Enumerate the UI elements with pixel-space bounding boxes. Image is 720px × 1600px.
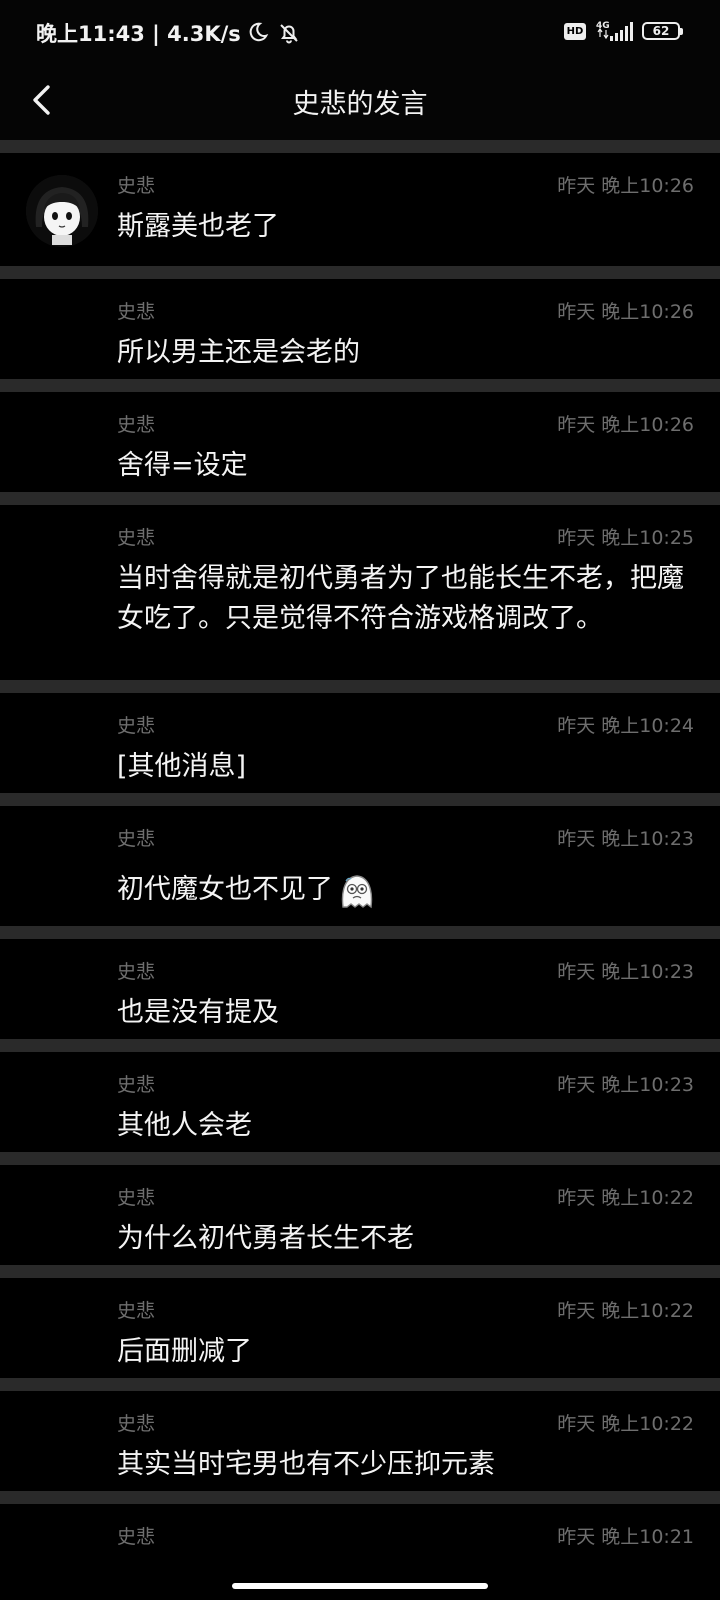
message-item[interactable]: 史悲 昨天 晚上10:23 初代魔女也不见了 bbox=[0, 806, 720, 926]
message-item[interactable]: 史悲 昨天 晚上10:23 也是没有提及 bbox=[0, 939, 720, 1039]
divider bbox=[0, 1491, 720, 1504]
battery-icon: 62 bbox=[642, 22, 683, 40]
message-time: 昨天 晚上10:23 bbox=[557, 828, 694, 850]
message-time: 昨天 晚上10:26 bbox=[557, 301, 694, 323]
sender-name: 史悲 bbox=[117, 828, 156, 850]
sender-name: 史悲 bbox=[117, 715, 156, 737]
sender-name: 史悲 bbox=[117, 175, 156, 197]
message-text: 也是没有提及 bbox=[117, 997, 279, 1028]
sender-name: 史悲 bbox=[117, 414, 156, 436]
message-text: 当时舍得就是初代勇者为了也能长生不老，把魔女吃了。只是觉得不符合游戏格调改了。 bbox=[117, 563, 684, 634]
message-text: 后面删减了 bbox=[117, 1336, 252, 1367]
message-text: [其他消息] bbox=[117, 751, 247, 782]
battery-level: 62 bbox=[652, 24, 670, 38]
message-item[interactable]: 史悲 昨天 晚上10:25 当时舍得就是初代勇者为了也能长生不老，把魔女吃了。只… bbox=[0, 505, 720, 680]
message-item[interactable]: 史悲 昨天 晚上10:24 [其他消息] bbox=[0, 693, 720, 793]
sender-name: 史悲 bbox=[117, 527, 156, 549]
message-text-row: 初代魔女也不见了 bbox=[117, 870, 687, 911]
message-time: 昨天 晚上10:23 bbox=[557, 961, 694, 983]
message-text: 初代魔女也不见了 bbox=[117, 874, 333, 905]
scared-emoji-icon bbox=[337, 871, 377, 911]
divider bbox=[0, 793, 720, 806]
divider bbox=[0, 1039, 720, 1052]
network-type: 4G bbox=[596, 21, 610, 31]
divider bbox=[0, 1152, 720, 1165]
message-item[interactable]: 史悲 昨天 晚上10:22 其实当时宅男也有不少压抑元素 bbox=[0, 1391, 720, 1491]
message-item[interactable]: 史悲 昨天 晚上10:26 所以男主还是会老的 bbox=[0, 279, 720, 379]
message-time: 昨天 晚上10:21 bbox=[557, 1526, 694, 1548]
divider bbox=[0, 266, 720, 279]
status-left: 晚上11:43 | 4.3K/s bbox=[36, 18, 301, 48]
message-time: 昨天 晚上10:22 bbox=[557, 1413, 694, 1435]
message-item[interactable]: 史悲 昨天 晚上10:23 其他人会老 bbox=[0, 1052, 720, 1152]
sender-name: 史悲 bbox=[117, 961, 156, 983]
sender-name: 史悲 bbox=[117, 1413, 156, 1435]
divider bbox=[0, 1378, 720, 1391]
message-item[interactable]: 史悲 昨天 晚上10:26 舍得=设定 bbox=[0, 392, 720, 492]
message-time: 昨天 晚上10:25 bbox=[557, 527, 694, 549]
message-text: 其他人会老 bbox=[117, 1110, 252, 1141]
sender-name: 史悲 bbox=[117, 1074, 156, 1096]
status-right: HD 4G 62 bbox=[564, 20, 683, 42]
message-list[interactable]: 史悲 昨天 晚上10:26 斯露美也老了 史悲 昨天 晚上10:26 所以男主还… bbox=[0, 140, 720, 1584]
message-text: 为什么初代勇者长生不老 bbox=[117, 1223, 414, 1254]
message-text: 舍得=设定 bbox=[117, 450, 248, 481]
status-time-speed: 晚上11:43 | 4.3K/s bbox=[36, 22, 241, 46]
sender-name: 史悲 bbox=[117, 301, 156, 323]
message-time: 昨天 晚上10:26 bbox=[557, 175, 694, 197]
moon-icon bbox=[247, 21, 271, 45]
page-title: 史悲的发言 bbox=[292, 89, 428, 120]
message-text: 其实当时宅男也有不少压抑元素 bbox=[117, 1449, 495, 1480]
home-indicator[interactable] bbox=[232, 1583, 488, 1589]
hd-icon: HD bbox=[564, 22, 586, 40]
message-item[interactable]: 史悲 昨天 晚上10:26 斯露美也老了 bbox=[0, 153, 720, 266]
message-time: 昨天 晚上10:22 bbox=[557, 1300, 694, 1322]
message-time: 昨天 晚上10:26 bbox=[557, 414, 694, 436]
divider bbox=[0, 926, 720, 939]
divider bbox=[0, 492, 720, 505]
divider bbox=[0, 1265, 720, 1278]
divider bbox=[0, 379, 720, 392]
message-item[interactable]: 史悲 昨天 晚上10:22 后面删减了 bbox=[0, 1278, 720, 1378]
app-header: 史悲的发言 bbox=[0, 64, 720, 140]
message-text: 斯露美也老了 bbox=[117, 211, 279, 242]
message-time: 昨天 晚上10:22 bbox=[557, 1187, 694, 1209]
message-text: 所以男主还是会老的 bbox=[117, 337, 360, 368]
divider bbox=[0, 680, 720, 693]
divider bbox=[0, 140, 720, 153]
signal-icon: 4G bbox=[594, 20, 634, 42]
avatar[interactable] bbox=[26, 175, 98, 247]
message-time: 昨天 晚上10:24 bbox=[557, 715, 694, 737]
message-item[interactable]: 史悲 昨天 晚上10:22 为什么初代勇者长生不老 bbox=[0, 1165, 720, 1265]
message-item[interactable]: 史悲 昨天 晚上10:21 bbox=[0, 1504, 720, 1584]
message-time: 昨天 晚上10:23 bbox=[557, 1074, 694, 1096]
muted-bell-icon bbox=[277, 21, 301, 45]
sender-name: 史悲 bbox=[117, 1187, 156, 1209]
status-bar: 晚上11:43 | 4.3K/s HD 4G 62 bbox=[0, 0, 720, 64]
sender-name: 史悲 bbox=[117, 1300, 156, 1322]
sender-name: 史悲 bbox=[117, 1526, 156, 1548]
